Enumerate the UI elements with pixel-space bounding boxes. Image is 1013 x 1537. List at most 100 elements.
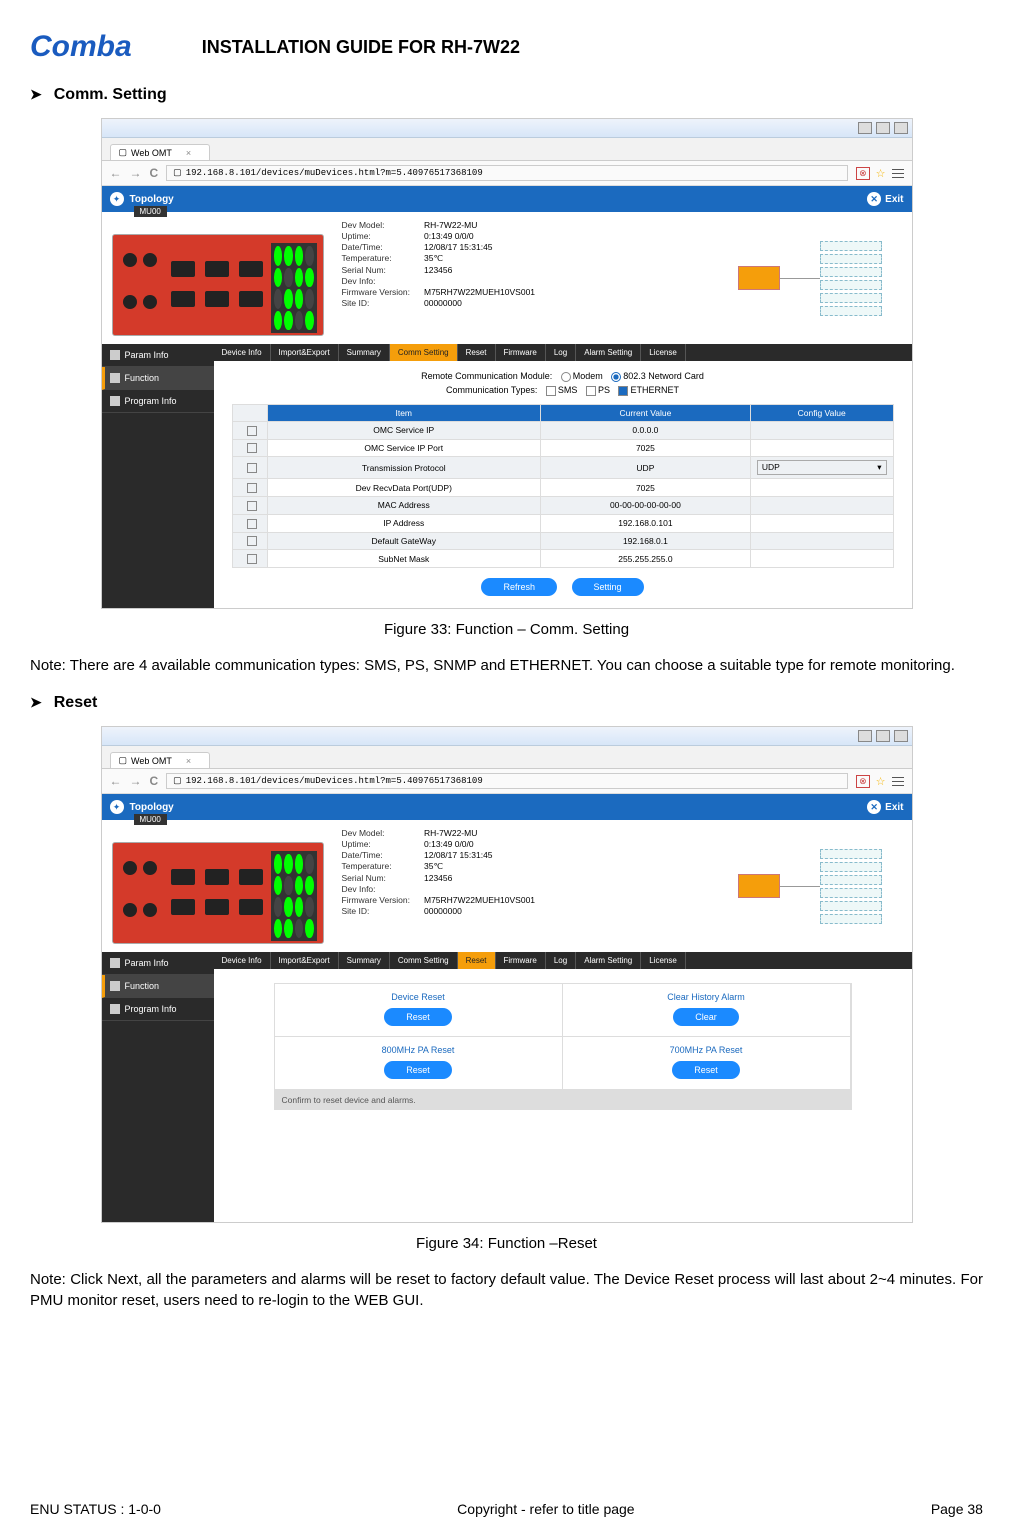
sidebar-item-program[interactable]: Program Info <box>102 390 214 413</box>
reset-button[interactable]: Reset <box>384 1008 452 1026</box>
check-ps[interactable] <box>586 386 596 396</box>
reload-icon[interactable]: C <box>150 166 159 180</box>
menu-icon[interactable] <box>892 777 904 786</box>
check-ethernet[interactable] <box>618 386 628 396</box>
cell-config[interactable] <box>750 497 893 515</box>
topo-slot[interactable] <box>820 875 882 885</box>
star-icon[interactable]: ☆ <box>876 167 886 180</box>
topology-label[interactable]: Topology <box>130 802 174 813</box>
url-input[interactable]: ▢ 192.168.8.101/devices/muDevices.html?m… <box>166 165 848 181</box>
cell-config[interactable] <box>750 532 893 550</box>
tab-device-info[interactable]: Device Info <box>214 952 271 969</box>
topo-slot[interactable] <box>820 254 882 264</box>
tab-log[interactable]: Log <box>546 344 576 361</box>
window-close-icon[interactable] <box>894 122 908 134</box>
topo-slot[interactable] <box>820 901 882 911</box>
radio-netcard[interactable] <box>611 372 621 382</box>
window-close-icon[interactable] <box>894 730 908 742</box>
exit-button[interactable]: ✕ Exit <box>867 800 903 814</box>
topology-icon[interactable]: ✦ <box>110 800 124 814</box>
topo-node[interactable] <box>738 874 780 898</box>
topo-slot[interactable] <box>820 293 882 303</box>
label: 802.3 Netword Card <box>623 371 704 381</box>
row-check[interactable] <box>247 554 257 564</box>
sidebar-item-param[interactable]: Param Info <box>102 952 214 975</box>
setting-button[interactable]: Setting <box>572 578 644 596</box>
close-tab-icon[interactable]: × <box>186 148 191 158</box>
tab-import-export[interactable]: Import&Export <box>271 344 339 361</box>
browser-tab[interactable]: ▢ Web OMT × <box>110 752 211 768</box>
sidebar-item-function[interactable]: Function <box>102 975 214 998</box>
topo-slot[interactable] <box>820 241 882 251</box>
cell-config[interactable] <box>750 479 893 497</box>
reload-icon[interactable]: C <box>150 774 159 788</box>
tab-reset[interactable]: Reset <box>458 344 496 361</box>
row-check[interactable] <box>247 443 257 453</box>
tab-log[interactable]: Log <box>546 952 576 969</box>
cell-config[interactable]: UDP▾ <box>750 457 893 479</box>
cell-config[interactable] <box>750 421 893 439</box>
sidebar-item-label: Program Info <box>125 1004 177 1014</box>
window-min-icon[interactable] <box>858 122 872 134</box>
topo-slot[interactable] <box>820 280 882 290</box>
sidebar-item-param[interactable]: Param Info <box>102 344 214 367</box>
tab-alarm[interactable]: Alarm Setting <box>576 952 641 969</box>
sidebar-item-function[interactable]: Function <box>102 367 214 390</box>
topo-slot[interactable] <box>820 862 882 872</box>
topo-node[interactable] <box>738 266 780 290</box>
close-tab-icon[interactable]: × <box>186 756 191 766</box>
row-check[interactable] <box>247 463 257 473</box>
nav-fwd-icon[interactable]: → <box>130 774 142 788</box>
tab-reset[interactable]: Reset <box>458 952 496 969</box>
tab-summary[interactable]: Summary <box>339 952 390 969</box>
tab-firmware[interactable]: Firmware <box>496 344 546 361</box>
row-check[interactable] <box>247 426 257 436</box>
window-titlebar <box>102 119 912 138</box>
check-sms[interactable] <box>546 386 556 396</box>
window-min-icon[interactable] <box>858 730 872 742</box>
browser-tab[interactable]: ▢ Web OMT × <box>110 144 211 160</box>
tab-comm-setting[interactable]: Comm Setting <box>390 952 458 969</box>
exit-button[interactable]: ✕ Exit <box>867 192 903 206</box>
radio-modem[interactable] <box>561 372 571 382</box>
row-check[interactable] <box>247 536 257 546</box>
tab-firmware[interactable]: Firmware <box>496 952 546 969</box>
menu-icon[interactable] <box>892 169 904 178</box>
label: Dev Model: <box>342 220 411 230</box>
cell-config[interactable] <box>750 439 893 457</box>
sidebar-item-program[interactable]: Program Info <box>102 998 214 1021</box>
reset-button[interactable]: Clear <box>673 1008 739 1026</box>
topo-slot[interactable] <box>820 914 882 924</box>
reset-button[interactable]: Reset <box>672 1061 740 1079</box>
tab-license[interactable]: License <box>641 952 686 969</box>
tab-import-export[interactable]: Import&Export <box>271 952 339 969</box>
row-check[interactable] <box>247 519 257 529</box>
window-max-icon[interactable] <box>876 122 890 134</box>
tab-alarm[interactable]: Alarm Setting <box>576 344 641 361</box>
nav-fwd-icon[interactable]: → <box>130 166 142 180</box>
tab-device-info[interactable]: Device Info <box>214 344 271 361</box>
topo-slot[interactable] <box>820 888 882 898</box>
star-icon[interactable]: ☆ <box>876 775 886 788</box>
topology-label[interactable]: Topology <box>130 194 174 205</box>
topo-slot[interactable] <box>820 849 882 859</box>
tab-comm-setting[interactable]: Comm Setting <box>390 344 458 361</box>
topo-slot[interactable] <box>820 267 882 277</box>
reset-button[interactable]: Reset <box>384 1061 452 1079</box>
nav-back-icon[interactable]: ← <box>110 166 122 180</box>
topology-icon[interactable]: ✦ <box>110 192 124 206</box>
tab-license[interactable]: License <box>641 344 686 361</box>
topo-slot[interactable] <box>820 306 882 316</box>
bookmark-icon[interactable]: ⊗ <box>856 775 870 788</box>
tab-summary[interactable]: Summary <box>339 344 390 361</box>
config-select[interactable]: UDP▾ <box>757 460 887 475</box>
nav-back-icon[interactable]: ← <box>110 774 122 788</box>
cell-config[interactable] <box>750 550 893 568</box>
window-max-icon[interactable] <box>876 730 890 742</box>
row-check[interactable] <box>247 483 257 493</box>
refresh-button[interactable]: Refresh <box>481 578 557 596</box>
url-input[interactable]: ▢ 192.168.8.101/devices/muDevices.html?m… <box>166 773 848 789</box>
row-check[interactable] <box>247 501 257 511</box>
bookmark-icon[interactable]: ⊗ <box>856 167 870 180</box>
cell-config[interactable] <box>750 514 893 532</box>
